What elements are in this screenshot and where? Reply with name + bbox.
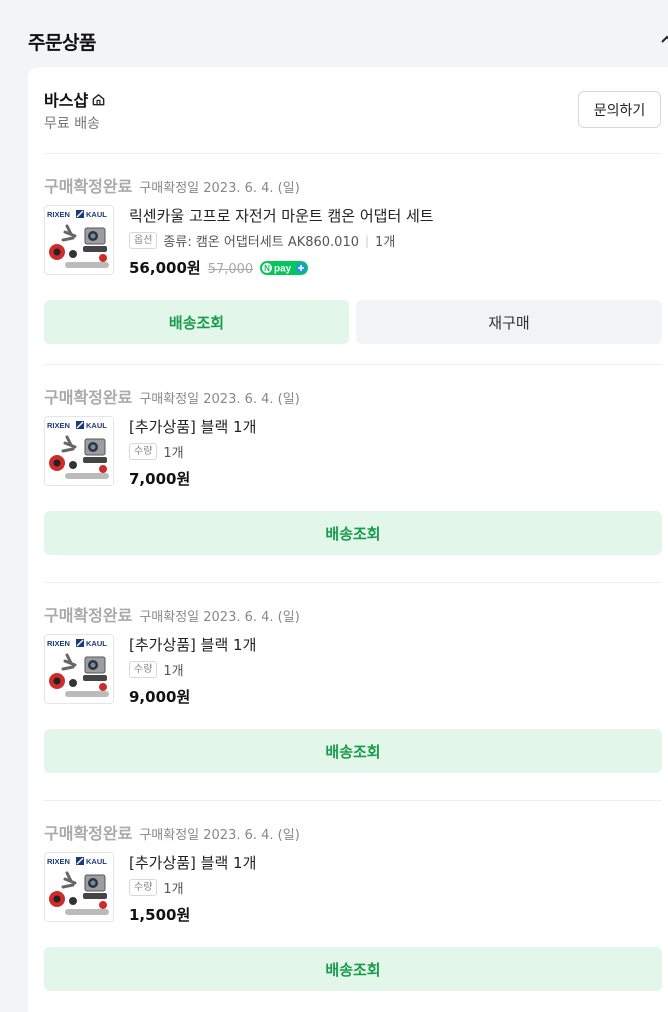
- track-delivery-button[interactable]: 배송조회: [44, 511, 662, 555]
- svg-text:KAUL: KAUL: [86, 421, 107, 430]
- svg-text:KAUL: KAUL: [86, 857, 107, 866]
- home-icon: [92, 93, 105, 105]
- order-status: 구매확정완료: [44, 824, 133, 843]
- product-thumbnail[interactable]: RIXEN KAUL: [44, 852, 114, 922]
- svg-text:KAUL: KAUL: [86, 639, 107, 648]
- confirm-date: 구매확정일 2023. 6. 4. (일): [139, 392, 300, 407]
- confirm-date: 구매확정일 2023. 6. 4. (일): [139, 181, 300, 196]
- order-status: 구매확정완료: [44, 388, 133, 407]
- store-name-label: 바스샵: [44, 91, 89, 110]
- price: 7,000원: [129, 470, 191, 488]
- svg-text:KAUL: KAUL: [86, 210, 107, 219]
- track-delivery-button[interactable]: 배송조회: [44, 729, 662, 773]
- product-thumbnail[interactable]: RIXEN KAUL: [44, 634, 114, 704]
- confirm-date: 구매확정일 2023. 6. 4. (일): [139, 828, 300, 843]
- order-status: 구매확정완료: [44, 606, 133, 625]
- product-thumbnail[interactable]: RIXEN KAUL: [44, 205, 114, 275]
- quantity: 1개: [163, 446, 184, 461]
- product-image: RIXEN KAUL: [45, 206, 113, 274]
- svg-text:N: N: [264, 264, 270, 273]
- svg-text:RIXEN: RIXEN: [47, 210, 70, 219]
- order-item: 구매확정완료 구매확정일 2023. 6. 4. (일) RIXEN KAUL 릭…: [44, 173, 662, 344]
- order-item: 구매확정완료 구매확정일 2023. 6. 4. (일) RIXEN KAUL […: [44, 820, 662, 991]
- npay-plus-icon: N pay: [260, 260, 309, 275]
- repurchase-button[interactable]: 재구매: [356, 300, 662, 344]
- shipping-note: 무료 배송: [44, 116, 100, 132]
- price: 9,000원: [129, 688, 191, 706]
- divider: [44, 800, 662, 801]
- product-name[interactable]: [추가상품] 블랙 1개: [129, 416, 256, 437]
- inquiry-button[interactable]: 문의하기: [578, 91, 661, 128]
- divider: [44, 153, 662, 154]
- option-tag: 옵션: [129, 232, 158, 249]
- product-image: RIXEN KAUL: [45, 417, 113, 485]
- product-thumbnail[interactable]: RIXEN KAUL: [44, 416, 114, 486]
- option-tag: 수량: [129, 661, 158, 678]
- chevron-up-icon[interactable]: [660, 34, 668, 44]
- product-image: RIXEN KAUL: [45, 635, 113, 703]
- store-name[interactable]: 바스샵: [44, 87, 106, 111]
- option-tag: 수량: [129, 879, 158, 896]
- quantity: 1개: [163, 664, 184, 679]
- track-delivery-button[interactable]: 배송조회: [44, 947, 662, 991]
- quantity: 1개: [375, 235, 396, 250]
- order-card: 바스샵 무료 배송 문의하기 구매확정완료 구매확정일 2023. 6. 4. …: [28, 67, 668, 1012]
- product-name[interactable]: [추가상품] 블랙 1개: [129, 852, 256, 873]
- quantity: 1개: [163, 882, 184, 897]
- svg-text:pay: pay: [274, 263, 292, 274]
- original-price: 57,000: [207, 262, 254, 277]
- svg-text:RIXEN: RIXEN: [47, 421, 70, 430]
- option-tag: 수량: [129, 443, 158, 460]
- product-name[interactable]: 릭센카울 고프로 자전거 마운트 캠온 어댑터 세트: [129, 205, 434, 226]
- order-item: 구매확정완료 구매확정일 2023. 6. 4. (일) RIXEN KAUL […: [44, 384, 662, 555]
- order-item: 구매확정완료 구매확정일 2023. 6. 4. (일) RIXEN KAUL […: [44, 602, 662, 773]
- option-value: 종류: 캠온 어댑터세트 AK860.010: [163, 235, 359, 250]
- divider: [44, 364, 662, 365]
- order-status: 구매확정완료: [44, 177, 133, 196]
- svg-text:RIXEN: RIXEN: [47, 857, 70, 866]
- price: 56,000원: [129, 259, 201, 277]
- price: 1,500원: [129, 906, 191, 924]
- product-image: RIXEN KAUL: [45, 853, 113, 921]
- divider: [44, 582, 662, 583]
- svg-text:RIXEN: RIXEN: [47, 639, 70, 648]
- section-title: 주문상품: [28, 32, 96, 54]
- product-name[interactable]: [추가상품] 블랙 1개: [129, 634, 256, 655]
- separator: |: [365, 233, 370, 248]
- track-delivery-button[interactable]: 배송조회: [44, 300, 349, 344]
- confirm-date: 구매확정일 2023. 6. 4. (일): [139, 610, 300, 625]
